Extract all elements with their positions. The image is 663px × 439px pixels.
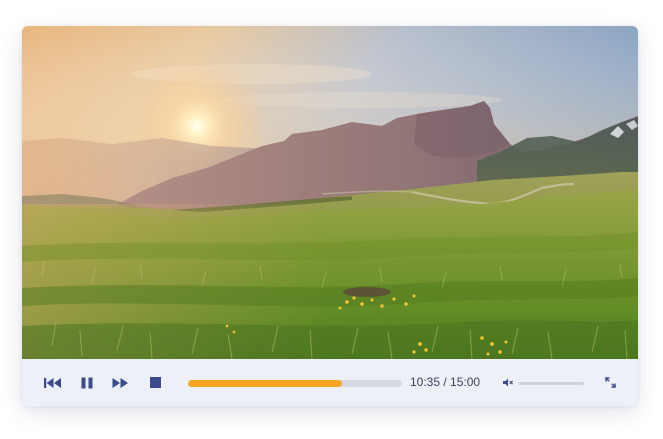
volume-slider[interactable]: [518, 382, 584, 385]
fast-forward-button[interactable]: [108, 359, 134, 406]
stop-icon: [149, 377, 161, 388]
pause-button[interactable]: [76, 359, 98, 406]
fast-forward-icon: [112, 377, 130, 389]
rewind-icon: [44, 377, 62, 389]
control-bar: 10:35 / 15:00: [22, 359, 638, 406]
volume-button[interactable]: [500, 359, 516, 406]
progress-fill: [188, 380, 343, 387]
landscape-image: [22, 26, 638, 359]
stop-button[interactable]: [144, 359, 166, 406]
progress-bar[interactable]: [188, 380, 402, 387]
video-frame[interactable]: [22, 26, 638, 359]
time-display: 10:35 / 15:00: [410, 375, 481, 389]
fullscreen-icon: [604, 377, 616, 388]
pause-icon: [81, 377, 93, 389]
fullscreen-button[interactable]: [600, 359, 620, 406]
video-player: 10:35 / 15:00: [22, 26, 638, 406]
rewind-button[interactable]: [40, 359, 66, 406]
volume-mute-icon: [502, 378, 514, 387]
